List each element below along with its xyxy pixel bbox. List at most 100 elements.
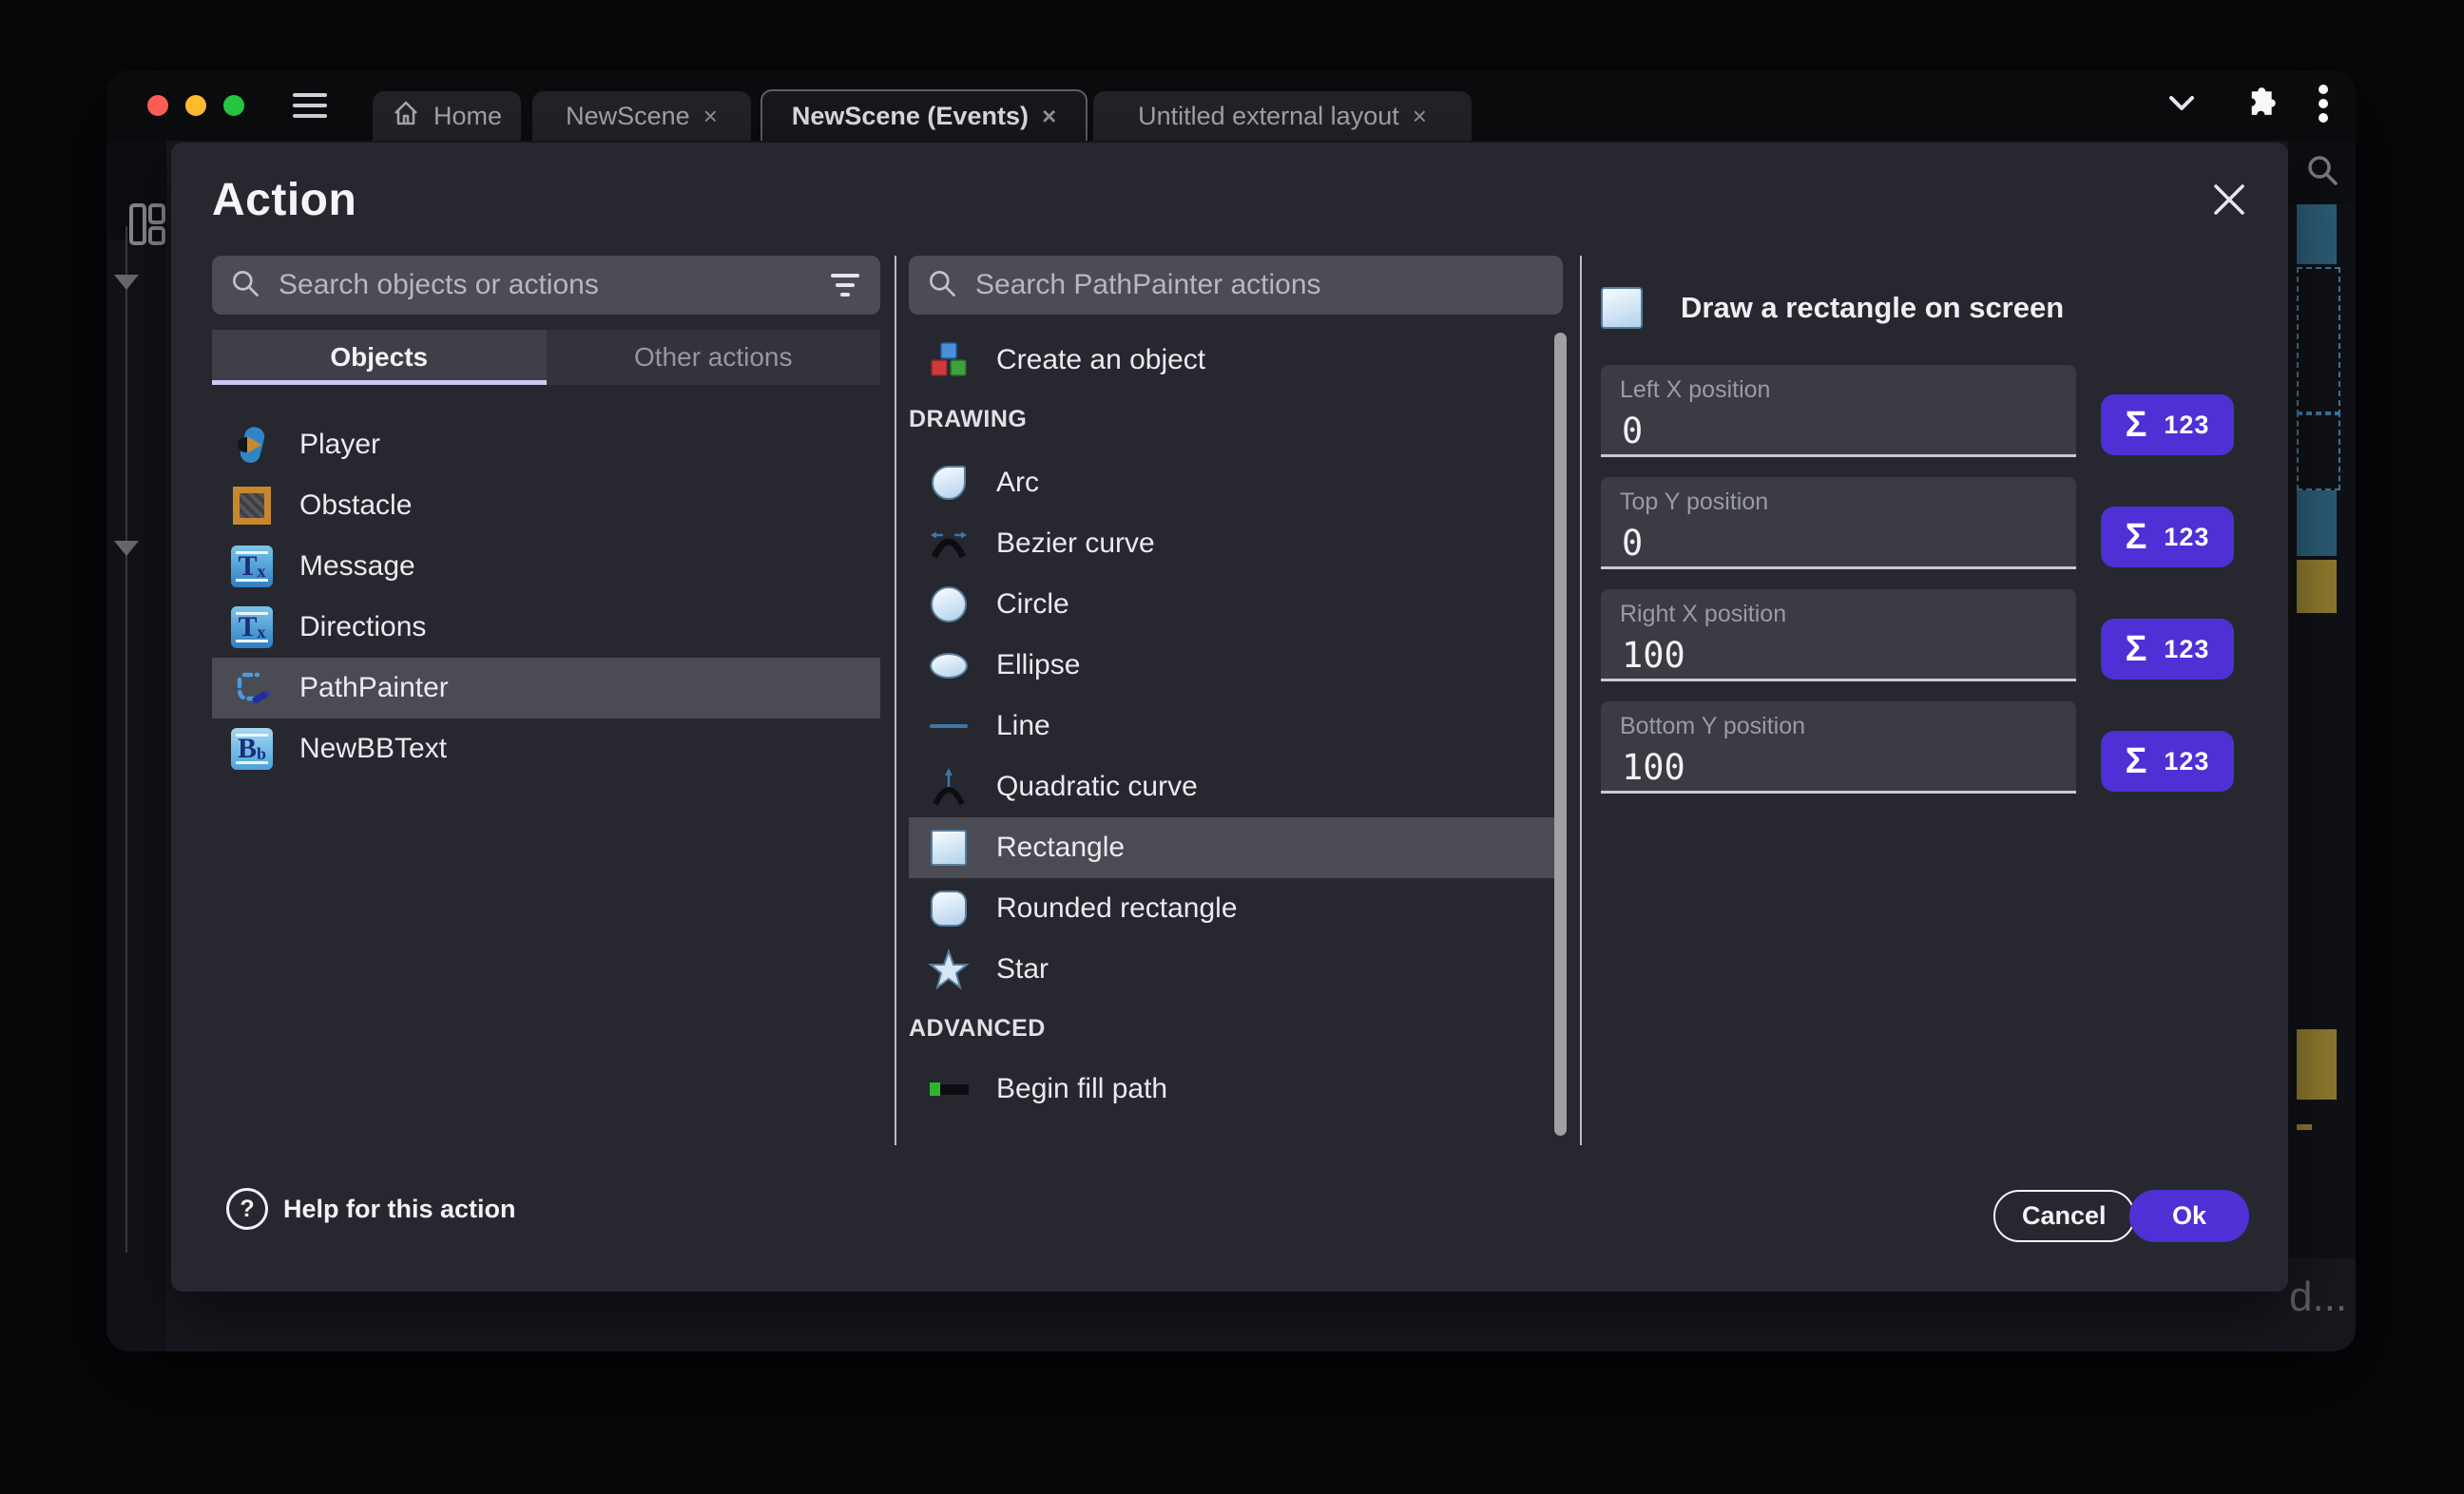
action-row-bezier-curve[interactable]: Bezier curve (909, 513, 1563, 574)
tab-close-icon[interactable]: × (703, 102, 718, 131)
rounded-rectangle-icon (928, 888, 970, 929)
field-row-bottom-y-position: Bottom Y position Σ123 (1601, 701, 2243, 794)
help-icon: ? (226, 1188, 268, 1230)
object-row-directions[interactable]: Tx Directions (212, 597, 880, 658)
traffic-light-close[interactable] (147, 95, 168, 116)
object-type-tabs: Objects Other actions (212, 330, 880, 385)
cancel-button[interactable]: Cancel (1993, 1190, 2135, 1242)
field-input[interactable] (1620, 746, 2042, 789)
window-tab-newscene-events-[interactable]: NewScene (Events)× (760, 89, 1088, 141)
scrollbar-thumb[interactable] (1554, 333, 1567, 1136)
traffic-light-zoom[interactable] (223, 95, 244, 116)
dialog-title: Action (212, 174, 356, 226)
field-row-top-y-position: Top Y position Σ123 (1601, 477, 2243, 569)
object-row-newbbtext[interactable]: Bb NewBBText (212, 718, 880, 779)
tab-other-actions[interactable]: Other actions (547, 330, 881, 385)
action-row-star[interactable]: Star (909, 939, 1563, 1000)
tab-objects[interactable]: Objects (212, 330, 547, 385)
help-link[interactable]: ? Help for this action (226, 1188, 516, 1230)
ellipse-icon (928, 644, 970, 686)
traffic-light-minimize[interactable] (185, 95, 206, 116)
column-divider (895, 256, 896, 1145)
field-input[interactable] (1620, 410, 2042, 452)
action-row-create-an-object[interactable]: Create an object (909, 330, 1563, 391)
window-tab-untitled-external-layout[interactable]: Untitled external layout× (1093, 91, 1472, 141)
hamburger-menu-button[interactable] (293, 93, 327, 118)
event-block-teal (2297, 490, 2337, 556)
path-painter-icon (231, 667, 273, 709)
action-row-circle[interactable]: Circle (909, 574, 1563, 635)
sigma-icon: Σ (2126, 517, 2147, 558)
events-sheet-edge (2288, 141, 2356, 1258)
chevron-down-icon[interactable] (2164, 86, 2200, 126)
action-row-clipped[interactable] (909, 1120, 1563, 1145)
obstacle-icon (231, 485, 273, 527)
quadratic-curve-icon (928, 766, 970, 808)
action-row-arc[interactable]: Arc (909, 452, 1563, 513)
action-row-quadratic-curve[interactable]: Quadratic curve (909, 757, 1563, 817)
event-block-dashed (2297, 412, 2340, 490)
object-row-pathpainter[interactable]: PathPainter (212, 658, 880, 718)
object-row-obstacle[interactable]: Obstacle (212, 475, 880, 536)
layout-panels-icon[interactable] (129, 203, 165, 250)
search-icon (229, 267, 261, 304)
ok-button[interactable]: Ok (2129, 1190, 2249, 1242)
sigma-icon: Σ (2126, 405, 2147, 446)
tab-close-icon[interactable]: × (1042, 102, 1056, 131)
text-object-icon: Tx (231, 606, 273, 648)
field-input[interactable] (1620, 634, 2042, 677)
action-row-rectangle[interactable]: Rectangle (909, 817, 1563, 878)
object-row-message[interactable]: Tx Message (212, 536, 880, 597)
events-search-icon[interactable] (2304, 152, 2340, 193)
field-box: Top Y position (1601, 477, 2076, 569)
field-label: Bottom Y position (1620, 713, 2076, 740)
expression-editor-button[interactable]: Σ123 (2101, 731, 2234, 792)
action-row-rounded-rectangle[interactable]: Rounded rectangle (909, 878, 1563, 939)
filter-icon[interactable] (827, 270, 863, 300)
objects-search-input[interactable] (277, 268, 827, 302)
field-box: Bottom Y position (1601, 701, 2076, 794)
expression-editor-button[interactable]: Σ123 (2101, 394, 2234, 455)
tab-close-icon[interactable]: × (1413, 102, 1427, 131)
events-editor-background: d... Action (106, 141, 2356, 1351)
action-row-begin-fill-path[interactable]: Begin fill path (909, 1059, 1563, 1120)
line-icon (928, 705, 970, 747)
window-tab-newscene[interactable]: NewScene× (532, 91, 751, 141)
events-search-strip (2288, 141, 2356, 204)
create-object-icon (928, 339, 970, 381)
action-title: Draw a rectangle on screen (1681, 291, 2064, 325)
kebab-menu-icon[interactable] (2318, 84, 2329, 128)
expression-editor-button[interactable]: Σ123 (2101, 507, 2234, 567)
field-label: Left X position (1620, 376, 2076, 404)
events-text-fragment: d... (2289, 1274, 2347, 1321)
sigma-icon: Σ (2126, 741, 2147, 782)
object-row-player[interactable]: Player (212, 414, 880, 475)
extensions-puzzle-icon[interactable] (2240, 85, 2278, 127)
field-input[interactable] (1620, 522, 2042, 565)
close-icon[interactable] (2208, 179, 2250, 220)
window-titlebar: HomeNewScene×NewScene (Events)×Untitled … (106, 70, 2356, 141)
action-header: Draw a rectangle on screen (1601, 287, 2064, 329)
clipped-action-icon (928, 1129, 970, 1145)
begin-fill-path-icon (928, 1068, 970, 1110)
field-label: Right X position (1620, 601, 2076, 628)
sigma-icon: Σ (2126, 629, 2147, 670)
actions-search-input[interactable] (973, 268, 1546, 302)
objects-search-box (212, 256, 880, 315)
tree-collapse-icon[interactable] (114, 275, 139, 290)
event-block-olive (2297, 1029, 2337, 1100)
action-dialog: Action Objects (171, 143, 2288, 1292)
section-header-drawing: DRAWING (909, 405, 1563, 433)
action-row-ellipse[interactable]: Ellipse (909, 635, 1563, 696)
screenshot-stage: HomeNewScene×NewScene (Events)×Untitled … (0, 0, 2464, 1494)
tree-collapse-icon[interactable] (114, 541, 139, 556)
parameter-fields: Left X position Σ123 Top Y position Σ123 Rig… (1601, 365, 2243, 814)
objects-list: Player Obstacle Tx Message Tx Directions… (212, 414, 880, 779)
actions-search-box (909, 256, 1563, 315)
bbtext-icon: Bb (231, 728, 273, 770)
action-row-line[interactable]: Line (909, 696, 1563, 757)
expression-editor-button[interactable]: Σ123 (2101, 619, 2234, 680)
window-tab-home[interactable]: Home (373, 91, 521, 141)
field-label: Top Y position (1620, 488, 2076, 516)
player-icon (231, 424, 273, 466)
